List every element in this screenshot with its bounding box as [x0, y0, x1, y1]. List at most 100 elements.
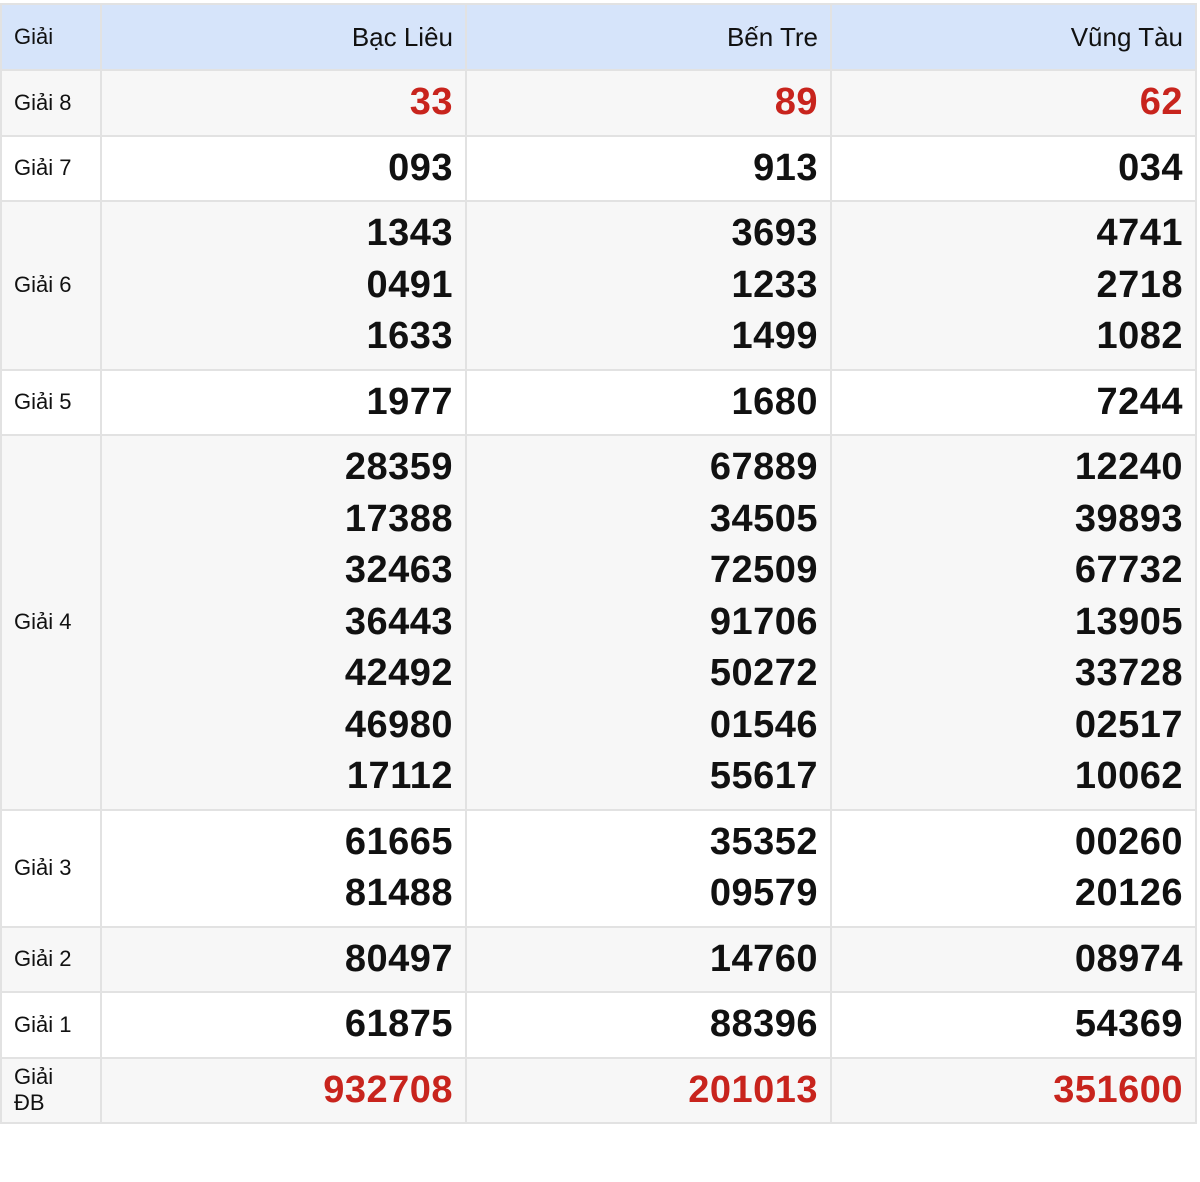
- result-cell-ben-tre: 201013: [465, 1056, 832, 1124]
- prize-label: Giải ĐB: [0, 1056, 102, 1124]
- result-number: 14760: [709, 937, 818, 980]
- result-cell-vung-tau: 08974: [830, 925, 1197, 993]
- result-cell-bac-lieu: 1977: [100, 368, 467, 436]
- result-cell-vung-tau: 7244: [830, 368, 1197, 436]
- result-number: 932708: [323, 1068, 453, 1111]
- prize-row: Giải 4 28359 17388 32463 36443 42492 46980 1711…: [0, 434, 1197, 811]
- result-cell-ben-tre: 14760: [465, 925, 832, 993]
- result-number: 39893: [1074, 497, 1183, 540]
- result-number: 61665: [344, 820, 453, 863]
- results-body: Giải 8 33 89 62 Giải 7 093 913 034 Giải 6 1343 049…: [0, 69, 1197, 1124]
- result-number: 201013: [688, 1068, 818, 1111]
- prize-row: Giải 7 093 913 034: [0, 134, 1197, 202]
- result-number: 36443: [344, 600, 453, 643]
- prize-label: Giải 5: [0, 368, 102, 436]
- result-number: 91706: [709, 600, 818, 643]
- prize-row: Giải 1 61875 88396 54369: [0, 991, 1197, 1059]
- prize-label: Giải 2: [0, 925, 102, 993]
- result-cell-vung-tau: 4741 2718 1082: [830, 200, 1197, 371]
- prize-row: Giải 6 1343 0491 1633 3693 1233 1499 4741 2718 10…: [0, 200, 1197, 371]
- prize-label: Giải 4: [0, 434, 102, 811]
- result-number: 33: [409, 81, 453, 123]
- result-number: 61875: [344, 1003, 453, 1045]
- result-number: 55617: [709, 755, 818, 797]
- result-number: 2718: [1096, 263, 1183, 306]
- result-cell-vung-tau: 034: [830, 134, 1197, 202]
- result-number: 1680: [731, 380, 818, 423]
- result-cell-ben-tre: 1680: [465, 368, 832, 436]
- result-number: 33728: [1074, 652, 1183, 694]
- result-number: 88396: [709, 1003, 818, 1045]
- result-number: 62: [1139, 81, 1183, 123]
- result-number: 50272: [709, 652, 818, 694]
- header-province-ben-tre: Bến Tre: [465, 3, 832, 71]
- prize-row: Giải 5 1977 1680 7244: [0, 368, 1197, 436]
- result-cell-vung-tau: 54369: [830, 991, 1197, 1059]
- prize-label: Giải 3: [0, 808, 102, 928]
- result-number: 1343: [366, 212, 453, 254]
- prize-label: Giải 8: [0, 69, 102, 137]
- header-province-vung-tau: Vũng Tàu: [830, 3, 1197, 71]
- result-number: 17112: [346, 755, 453, 797]
- result-number: 80497: [344, 937, 453, 980]
- result-cell-bac-lieu: 932708: [100, 1056, 467, 1124]
- result-number: 0491: [366, 263, 453, 306]
- lottery-results-table: Giải Bạc Liêu Bến Tre Vũng Tàu Giải 8 33 8…: [0, 3, 1197, 1124]
- result-number: 1499: [731, 315, 818, 357]
- result-cell-bac-lieu: 093: [100, 134, 467, 202]
- results-table-container: Giải Bạc Liêu Bến Tre Vũng Tàu Giải 8 33 8…: [0, 3, 1197, 1124]
- result-cell-ben-tre: 88396: [465, 991, 832, 1059]
- prize-row: Giải ĐB 932708 201013 351600: [0, 1056, 1197, 1124]
- result-cell-bac-lieu: 1343 0491 1633: [100, 200, 467, 371]
- result-number: 1082: [1096, 315, 1183, 357]
- result-number: 67889: [709, 446, 818, 488]
- result-cell-vung-tau: 00260 20126: [830, 808, 1197, 928]
- result-number: 10062: [1074, 755, 1183, 797]
- result-number: 3693: [731, 212, 818, 254]
- header-province-bac-lieu: Bạc Liêu: [100, 3, 467, 71]
- prize-row: Giải 2 80497 14760 08974: [0, 925, 1197, 993]
- prize-row: Giải 8 33 89 62: [0, 69, 1197, 137]
- result-cell-bac-lieu: 80497: [100, 925, 467, 993]
- result-number: 01546: [709, 703, 818, 746]
- result-cell-vung-tau: 12240 39893 67732 13905 33728 02517 10062: [830, 434, 1197, 811]
- result-number: 12240: [1074, 446, 1183, 488]
- result-cell-vung-tau: 351600: [830, 1056, 1197, 1124]
- result-number: 4741: [1096, 212, 1183, 254]
- result-number: 02517: [1074, 703, 1183, 746]
- result-number: 67732: [1074, 549, 1183, 591]
- result-cell-bac-lieu: 61665 81488: [100, 808, 467, 928]
- result-number: 093: [388, 146, 453, 189]
- result-number: 34505: [709, 497, 818, 540]
- result-number: 81488: [344, 872, 453, 914]
- result-number: 72509: [709, 549, 818, 591]
- result-cell-vung-tau: 62: [830, 69, 1197, 137]
- result-number: 28359: [344, 446, 453, 488]
- result-number: 54369: [1074, 1003, 1183, 1045]
- prize-label: Giải 1: [0, 991, 102, 1059]
- prize-row: Giải 3 61665 81488 35352 09579 00260 20126: [0, 808, 1197, 928]
- result-number: 13905: [1074, 600, 1183, 643]
- result-cell-ben-tre: 89: [465, 69, 832, 137]
- header-prize-label: Giải: [0, 3, 102, 71]
- prize-label: Giải 7: [0, 134, 102, 202]
- result-cell-bac-lieu: 61875: [100, 991, 467, 1059]
- result-number: 1977: [366, 380, 453, 423]
- result-number: 034: [1118, 146, 1183, 189]
- result-number: 7244: [1096, 380, 1183, 423]
- result-cell-bac-lieu: 28359 17388 32463 36443 42492 46980 17112: [100, 434, 467, 811]
- result-number: 89: [774, 81, 818, 123]
- result-number: 17388: [344, 497, 453, 540]
- result-number: 32463: [344, 549, 453, 591]
- result-cell-bac-lieu: 33: [100, 69, 467, 137]
- result-number: 09579: [709, 872, 818, 914]
- result-cell-ben-tre: 35352 09579: [465, 808, 832, 928]
- result-number: 42492: [344, 652, 453, 694]
- result-number: 08974: [1074, 937, 1183, 980]
- result-number: 1233: [731, 263, 818, 306]
- header-row: Giải Bạc Liêu Bến Tre Vũng Tàu: [0, 3, 1197, 71]
- result-cell-ben-tre: 67889 34505 72509 91706 50272 01546 55617: [465, 434, 832, 811]
- result-number: 351600: [1053, 1068, 1183, 1111]
- result-number: 46980: [344, 703, 453, 746]
- result-number: 1633: [366, 315, 453, 357]
